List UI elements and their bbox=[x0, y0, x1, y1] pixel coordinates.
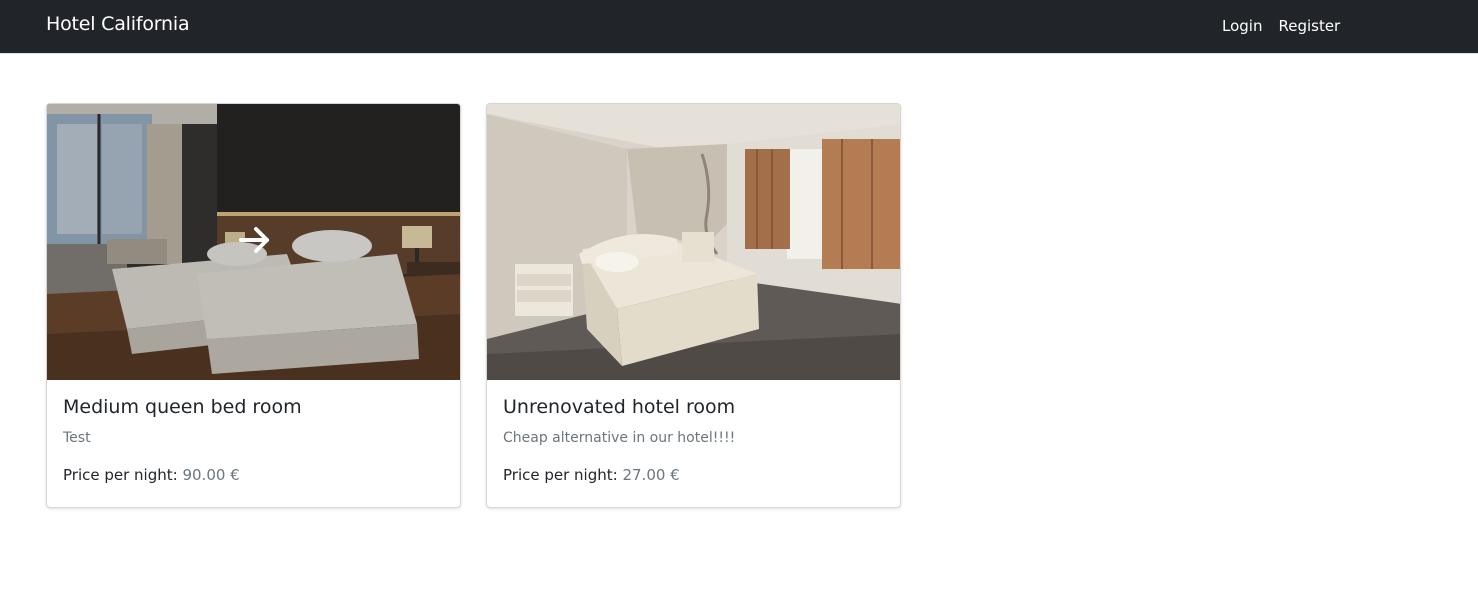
top-navbar: Hotel California Login Register bbox=[0, 0, 1478, 54]
price-label: Price per night: bbox=[63, 466, 178, 484]
room-description: Cheap alternative in our hotel!!!! bbox=[503, 430, 736, 446]
price-value: 90.00 € bbox=[182, 466, 240, 484]
card-body: Medium queen bed room Test Price per nig… bbox=[63, 396, 444, 484]
register-link[interactable]: Register bbox=[1278, 17, 1340, 35]
price-label: Price per night: bbox=[503, 466, 618, 484]
room-photo-unrenovated bbox=[487, 104, 900, 380]
room-card-medium-queen[interactable]: Medium queen bed room Test Price per nig… bbox=[46, 103, 461, 508]
room-price: Price per night: 90.00 € bbox=[63, 466, 444, 484]
room-description: Test bbox=[63, 430, 91, 446]
room-card-unrenovated[interactable]: Unrenovated hotel room Cheap alternative… bbox=[486, 103, 901, 508]
room-image-unrenovated[interactable] bbox=[487, 104, 900, 380]
room-price: Price per night: 27.00 € bbox=[503, 466, 884, 484]
arrow-right-icon[interactable] bbox=[237, 222, 273, 258]
login-link[interactable]: Login bbox=[1222, 17, 1262, 35]
room-title: Unrenovated hotel room bbox=[503, 396, 736, 418]
room-image-medium-queen[interactable] bbox=[47, 104, 460, 380]
brand-link[interactable]: Hotel California bbox=[46, 13, 190, 35]
price-value: 27.00 € bbox=[622, 466, 680, 484]
room-title: Medium queen bed room bbox=[63, 396, 302, 418]
nav-links: Login Register bbox=[1222, 17, 1340, 35]
card-body: Unrenovated hotel room Cheap alternative… bbox=[503, 396, 884, 484]
